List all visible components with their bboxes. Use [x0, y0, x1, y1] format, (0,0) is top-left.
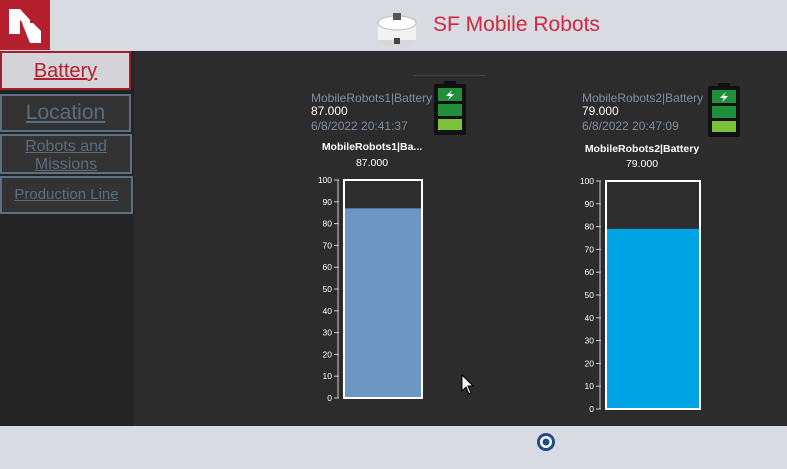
gauge-tick-label: 10	[585, 381, 595, 391]
gauge-tick-label: 60	[323, 262, 333, 272]
nav-battery[interactable]: Battery	[0, 51, 131, 90]
gauge-tick-label: 60	[585, 267, 595, 277]
battery-icon	[707, 83, 741, 142]
gauge2-title: MobileRobots2|Battery	[584, 143, 700, 155]
robot2-value: 79.000	[582, 104, 619, 118]
nav-production-line[interactable]: Production Line	[0, 176, 133, 214]
gauge-tick-label: 30	[585, 336, 595, 346]
robot2-timestamp: 6/8/2022 20:47:09	[582, 119, 679, 133]
app-title: SF Mobile Robots	[433, 13, 600, 36]
gauge-tick-label: 0	[327, 393, 332, 403]
gauge2-chart: 0 10 20 30 40 50 60 70 80 90 100	[580, 176, 701, 414]
robot2-name: MobileRobots2|Battery	[582, 91, 704, 105]
gauge-tick-label: 0	[589, 404, 594, 414]
nav-location[interactable]: Location	[0, 94, 131, 132]
footer	[0, 426, 787, 469]
gauge-tick-label: 70	[323, 240, 333, 250]
divider	[413, 75, 486, 76]
gauge1-value: 87.000	[355, 157, 389, 169]
gauge-level-bar	[344, 208, 422, 398]
robot1-timestamp: 6/8/2022 20:41:37	[311, 119, 408, 133]
gauge-tick-label: 100	[318, 175, 332, 185]
gauge-tick-label: 30	[323, 328, 333, 338]
robot1-value: 87.000	[311, 104, 348, 118]
robot-icon	[374, 9, 420, 54]
app-logo	[0, 0, 50, 50]
gauge-tick-label: 100	[580, 176, 594, 186]
gauge-tick-label: 90	[585, 199, 595, 209]
nav-robots-and-missions[interactable]: Robots and Missions	[0, 134, 132, 174]
gauge-tick-label: 40	[323, 306, 333, 316]
gauge-tick-label: 20	[585, 358, 595, 368]
gauge-tick-label: 80	[323, 219, 333, 229]
gauge-tick-label: 80	[585, 222, 595, 232]
company-globe-logo-icon	[531, 432, 561, 459]
gauge-tick-label: 20	[323, 349, 333, 359]
gauge2-value: 79.000	[625, 158, 659, 170]
gauge1-chart: 0 10 20 30 40 50 60 70 80 90 100	[318, 175, 423, 403]
robot1-name: MobileRobots1|Battery	[311, 91, 433, 105]
gauge-tick-label: 50	[323, 284, 333, 294]
gauge-tick-label: 10	[323, 371, 333, 381]
mouse-cursor-icon	[461, 373, 475, 401]
gauge-tick-label: 50	[585, 290, 595, 300]
gauge1-title: MobileRobots1|Ba...	[321, 141, 423, 153]
gauge-tick-label: 70	[585, 244, 595, 254]
gauge-tick-label: 40	[585, 313, 595, 323]
battery-icon	[433, 81, 467, 140]
gauge-tick-label: 90	[323, 197, 333, 207]
gauge-level-bar	[606, 228, 700, 409]
